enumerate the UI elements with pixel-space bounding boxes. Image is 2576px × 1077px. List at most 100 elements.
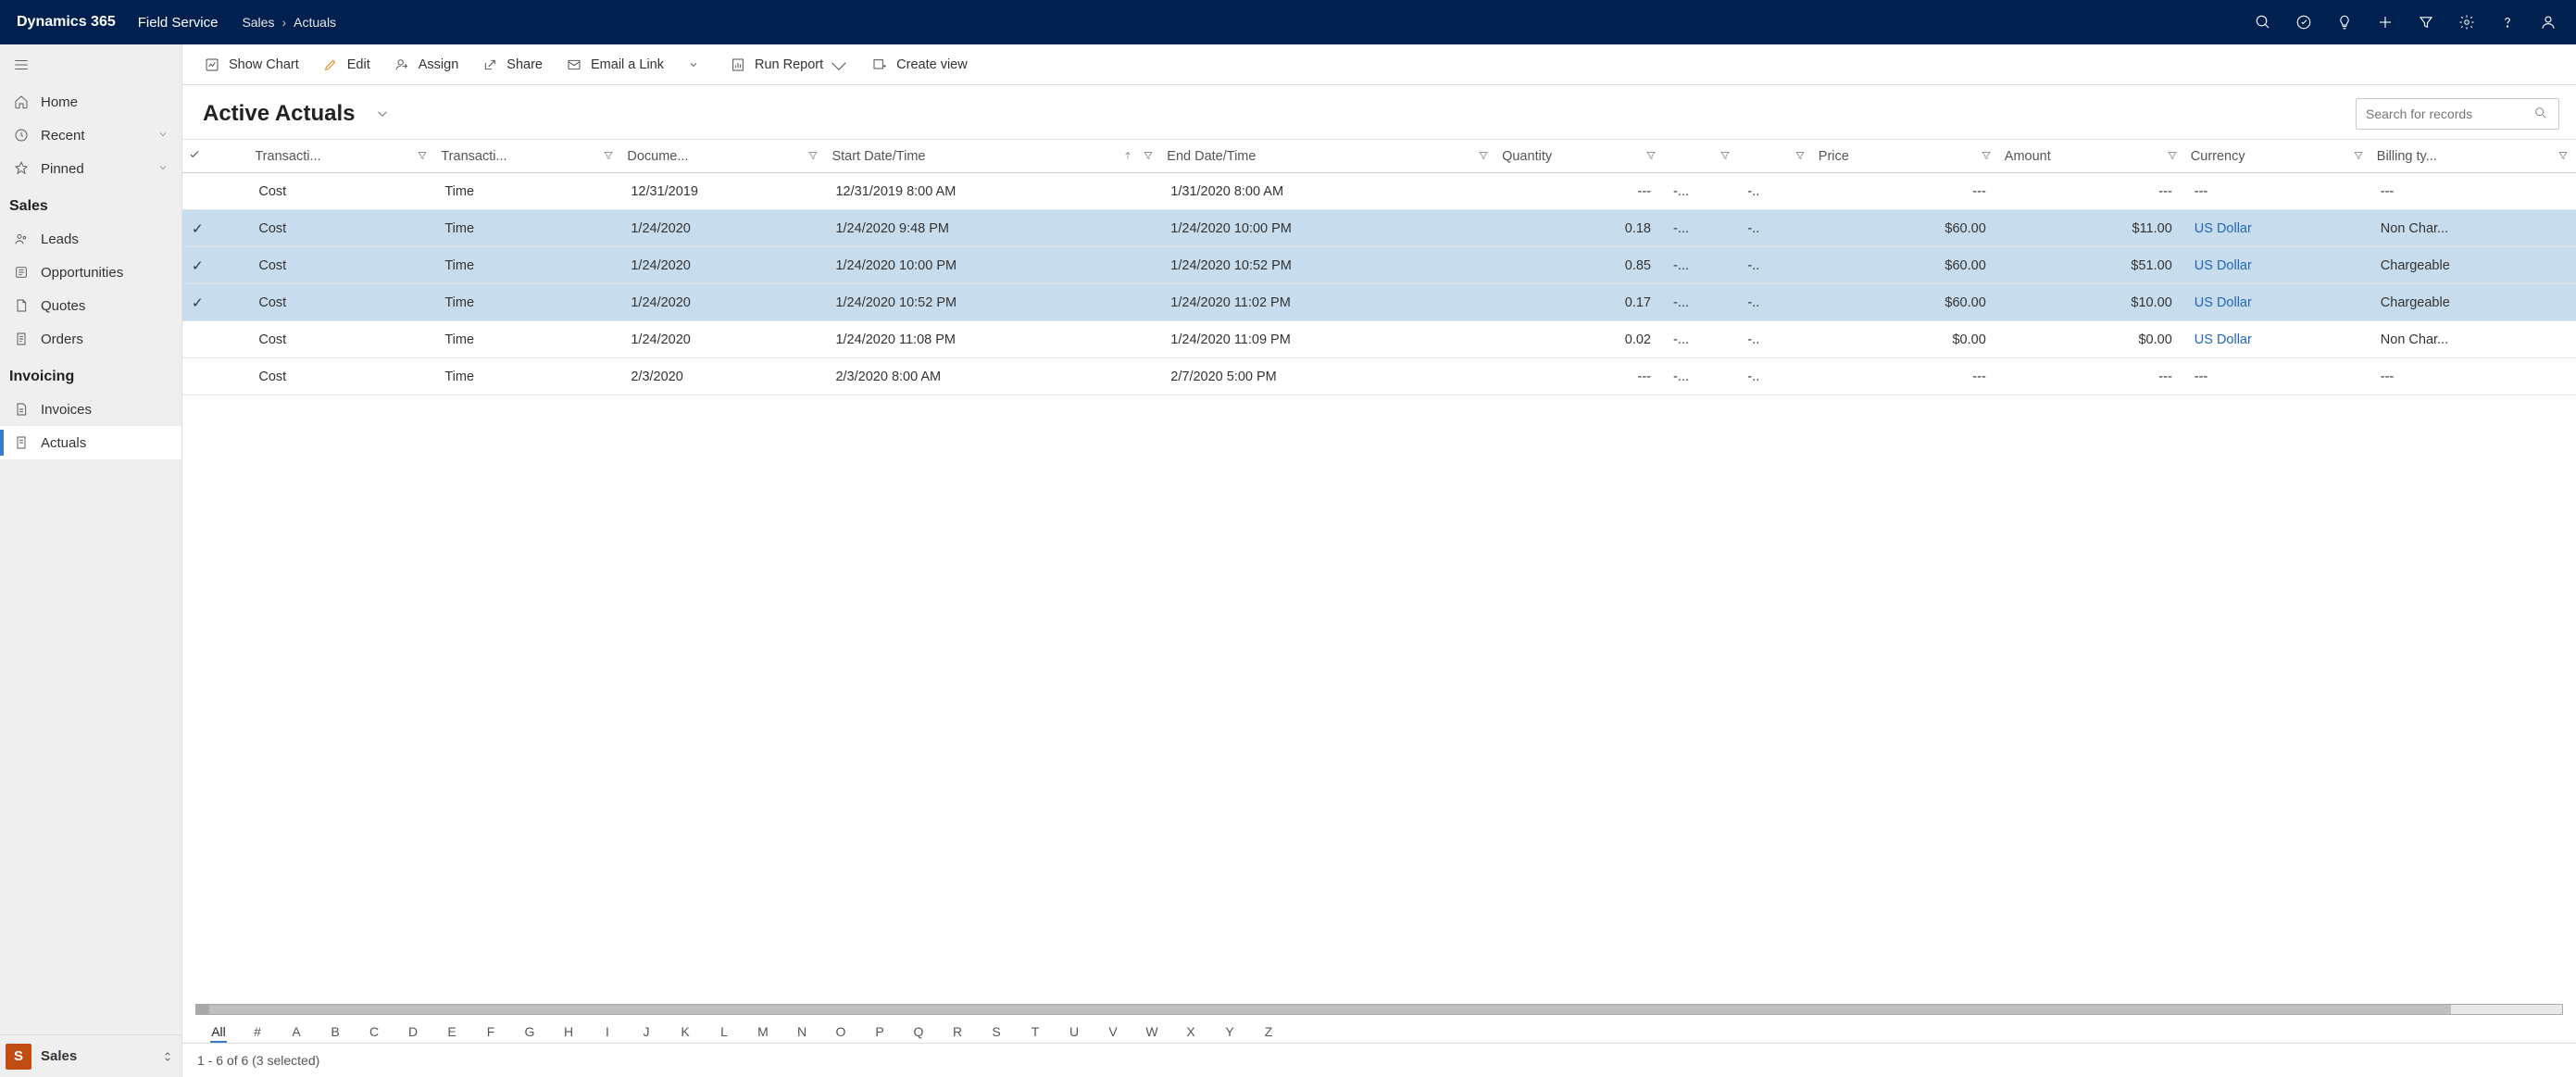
alpha-y[interactable]: Y <box>1210 1024 1249 1039</box>
run-report-button[interactable]: Run Report <box>718 50 854 80</box>
filter-icon[interactable] <box>1143 150 1156 163</box>
select-all-header[interactable] <box>182 140 249 173</box>
search-records-input[interactable] <box>2366 106 2533 121</box>
row-select-cell[interactable] <box>182 358 249 395</box>
view-selector-chevron[interactable] <box>372 104 393 124</box>
nav-invoices[interactable]: Invoices <box>0 393 181 426</box>
table-row[interactable]: CostTime1/24/20201/24/2020 9:48 PM1/24/2… <box>182 210 2576 247</box>
column-header[interactable]: Start Date/Time <box>826 140 1161 173</box>
column-header[interactable] <box>1664 140 1738 173</box>
gear-icon[interactable] <box>2446 0 2487 44</box>
alpha-v[interactable]: V <box>1094 1024 1132 1039</box>
alpha-f[interactable]: F <box>471 1024 510 1039</box>
alpha-a[interactable]: A <box>277 1024 316 1039</box>
currency-link[interactable]: US Dollar <box>2195 332 2252 347</box>
nav-orders[interactable]: Orders <box>0 322 181 356</box>
column-header[interactable]: Currency <box>2185 140 2371 173</box>
column-header[interactable]: Price <box>1813 140 1999 173</box>
column-header[interactable]: Transacti... <box>435 140 621 173</box>
filter-icon[interactable] <box>1719 150 1732 163</box>
alpha-j[interactable]: J <box>627 1024 666 1039</box>
table-row[interactable]: CostTime12/31/201912/31/2019 8:00 AM1/31… <box>182 173 2576 210</box>
nav-pinned[interactable]: Pinned <box>0 152 181 185</box>
alpha-h[interactable]: H <box>549 1024 588 1039</box>
alpha-u[interactable]: U <box>1055 1024 1094 1039</box>
alpha-c[interactable]: C <box>355 1024 394 1039</box>
alpha-p[interactable]: P <box>860 1024 899 1039</box>
nav-opportunities[interactable]: Opportunities <box>0 256 181 289</box>
add-icon[interactable] <box>2365 0 2406 44</box>
alpha-t[interactable]: T <box>1016 1024 1055 1039</box>
filter-icon[interactable] <box>1645 150 1658 163</box>
table-row[interactable]: CostTime2/3/20202/3/2020 8:00 AM2/7/2020… <box>182 358 2576 395</box>
alpha-x[interactable]: X <box>1171 1024 1210 1039</box>
column-header[interactable]: End Date/Time <box>1161 140 1496 173</box>
search-icon[interactable] <box>2243 0 2283 44</box>
currency-link[interactable]: US Dollar <box>2195 221 2252 236</box>
column-header[interactable]: Quantity <box>1496 140 1664 173</box>
data-grid[interactable]: Transacti...Transacti...Docume...Start D… <box>182 139 2576 395</box>
alpha-i[interactable]: I <box>588 1024 627 1039</box>
area-switcher[interactable]: S Sales <box>0 1034 181 1077</box>
filter-icon[interactable] <box>603 150 616 163</box>
currency-link[interactable]: US Dollar <box>2195 295 2252 310</box>
filter-icon[interactable] <box>2167 150 2180 163</box>
nav-recent[interactable]: Recent <box>0 119 181 152</box>
nav-actuals[interactable]: Actuals <box>0 426 181 459</box>
alpha-k[interactable]: K <box>666 1024 705 1039</box>
column-header[interactable]: Billing ty... <box>2371 140 2576 173</box>
alpha-all[interactable]: All <box>199 1024 238 1039</box>
filter-icon[interactable] <box>807 150 820 163</box>
nav-home[interactable]: Home <box>0 85 181 119</box>
row-select-cell[interactable] <box>182 247 249 284</box>
breadcrumb-1[interactable]: Sales <box>242 15 274 30</box>
email-link-button[interactable]: Email a Link <box>554 50 675 80</box>
alpha-w[interactable]: W <box>1132 1024 1171 1039</box>
filter-icon[interactable] <box>2557 150 2570 163</box>
share-button[interactable]: Share <box>469 50 554 80</box>
table-row[interactable]: CostTime1/24/20201/24/2020 11:08 PM1/24/… <box>182 321 2576 358</box>
email-link-split[interactable] <box>675 50 712 80</box>
user-icon[interactable] <box>2528 0 2569 44</box>
filter-icon[interactable] <box>2353 150 2366 163</box>
alpha-l[interactable]: L <box>705 1024 744 1039</box>
breadcrumb-2[interactable]: Actuals <box>294 15 336 30</box>
table-row[interactable]: CostTime1/24/20201/24/2020 10:52 PM1/24/… <box>182 284 2576 321</box>
alpha-z[interactable]: Z <box>1249 1024 1288 1039</box>
nav-leads[interactable]: Leads <box>0 222 181 256</box>
task-icon[interactable] <box>2283 0 2324 44</box>
show-chart-button[interactable]: Show Chart <box>192 50 310 80</box>
scroll-left-button[interactable] <box>196 1005 209 1014</box>
row-select-cell[interactable] <box>182 210 249 247</box>
alpha-n[interactable]: N <box>782 1024 821 1039</box>
row-select-cell[interactable] <box>182 284 249 321</box>
nav-quotes[interactable]: Quotes <box>0 289 181 322</box>
filter-icon[interactable] <box>1478 150 1491 163</box>
row-select-cell[interactable] <box>182 173 249 210</box>
horizontal-scrollbar[interactable] <box>195 1004 2563 1015</box>
alpha-r[interactable]: R <box>938 1024 977 1039</box>
alpha-#[interactable]: # <box>238 1024 277 1039</box>
alpha-e[interactable]: E <box>432 1024 471 1039</box>
alpha-b[interactable]: B <box>316 1024 355 1039</box>
alpha-s[interactable]: S <box>977 1024 1016 1039</box>
column-header[interactable]: Transacti... <box>249 140 435 173</box>
edit-button[interactable]: Edit <box>310 50 381 80</box>
alpha-d[interactable]: D <box>394 1024 432 1039</box>
filter-icon[interactable] <box>1981 150 1994 163</box>
help-icon[interactable] <box>2487 0 2528 44</box>
column-header[interactable]: Docume... <box>621 140 826 173</box>
alpha-m[interactable]: M <box>744 1024 782 1039</box>
filter-icon[interactable] <box>2406 0 2446 44</box>
alpha-g[interactable]: G <box>510 1024 549 1039</box>
column-header[interactable] <box>1738 140 1812 173</box>
alpha-o[interactable]: O <box>821 1024 860 1039</box>
column-header[interactable]: Amount <box>1999 140 2185 173</box>
filter-icon[interactable] <box>1794 150 1807 163</box>
create-view-button[interactable]: Create view <box>859 50 979 80</box>
filter-icon[interactable] <box>417 150 430 163</box>
table-row[interactable]: CostTime1/24/20201/24/2020 10:00 PM1/24/… <box>182 247 2576 284</box>
row-select-cell[interactable] <box>182 321 249 358</box>
alpha-q[interactable]: Q <box>899 1024 938 1039</box>
assign-button[interactable]: Assign <box>381 50 470 80</box>
